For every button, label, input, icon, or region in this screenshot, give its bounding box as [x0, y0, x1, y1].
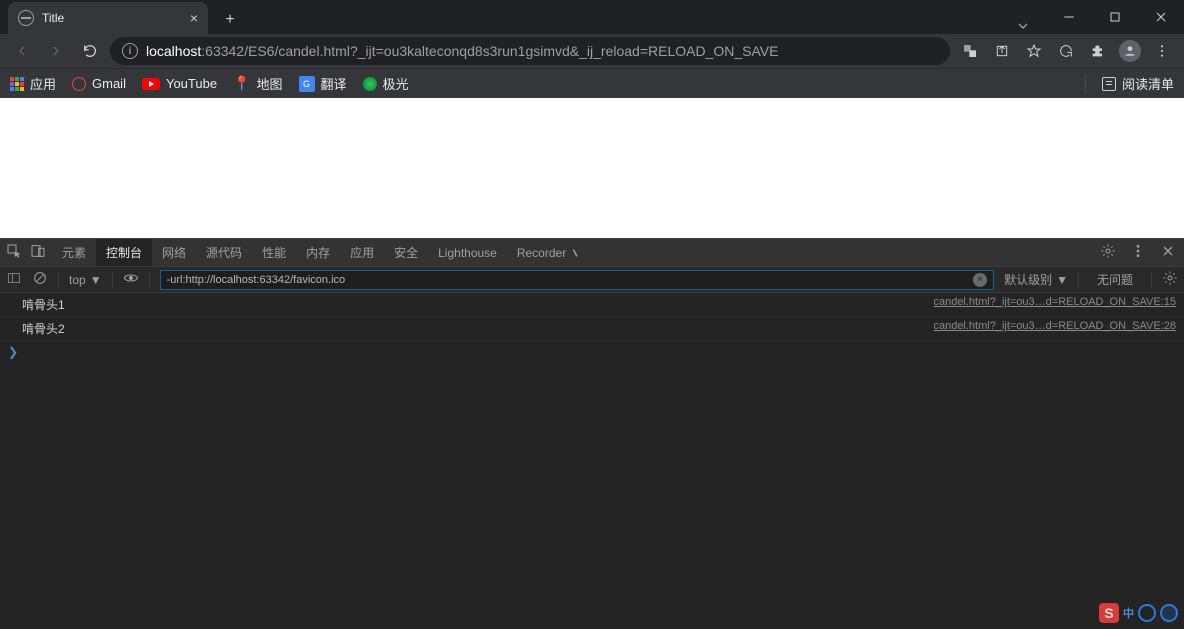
- prompt-chevron-icon: ❯: [8, 345, 18, 359]
- bookmark-apps[interactable]: 应用: [10, 74, 56, 93]
- console-body[interactable]: 啃骨头1 candel.html?_ijt=ou3…d=RELOAD_ON_SA…: [0, 293, 1184, 629]
- tab-elements[interactable]: 元素: [52, 239, 96, 266]
- log-source-link[interactable]: candel.html?_ijt=ou3…d=RELOAD_ON_SAVE:28: [933, 320, 1176, 337]
- translate-bm-icon: G: [299, 76, 315, 92]
- tab-search-icon[interactable]: [1000, 18, 1046, 34]
- log-source-link[interactable]: candel.html?_ijt=ou3…d=RELOAD_ON_SAVE:15: [933, 296, 1176, 313]
- url-host: localhost: [146, 43, 201, 59]
- browser-menu-icon[interactable]: [1148, 37, 1176, 65]
- log-level-label: 默认级别: [1004, 271, 1052, 288]
- device-toggle-icon[interactable]: [30, 243, 46, 262]
- tab-security[interactable]: 安全: [384, 239, 428, 266]
- tab-title: Title: [42, 11, 182, 25]
- bookmark-youtube-label: YouTube: [166, 76, 217, 91]
- clear-console-icon[interactable]: [32, 270, 48, 289]
- bookmark-star-icon[interactable]: [1020, 37, 1048, 65]
- log-row: 啃骨头1 candel.html?_ijt=ou3…d=RELOAD_ON_SA…: [0, 293, 1184, 317]
- share-icon[interactable]: [988, 37, 1016, 65]
- address-bar[interactable]: i localhost:63342/ES6/candel.html?_ijt=o…: [110, 37, 950, 65]
- bookmark-gmail[interactable]: Gmail: [72, 76, 126, 91]
- site-info-icon[interactable]: i: [122, 43, 138, 59]
- issues-button[interactable]: 无问题: [1089, 271, 1141, 288]
- devtools-tabs: 元素 控制台 网络 源代码 性能 内存 应用 安全 Lighthouse Rec…: [0, 239, 1184, 266]
- bookmark-translate-label: 翻译: [321, 74, 347, 93]
- devtools: 元素 控制台 网络 源代码 性能 内存 应用 安全 Lighthouse Rec…: [0, 238, 1184, 629]
- tab-network[interactable]: 网络: [152, 239, 196, 266]
- tab-recorder[interactable]: Recorder: [507, 239, 591, 266]
- bookmark-polar[interactable]: 极光: [363, 74, 409, 93]
- bookmark-maps[interactable]: 📍 地图: [233, 74, 282, 93]
- bookmark-translate[interactable]: G 翻译: [299, 74, 347, 93]
- watermark-icon: [1138, 604, 1156, 622]
- bookmark-polar-label: 极光: [383, 74, 409, 93]
- navbar: i localhost:63342/ES6/candel.html?_ijt=o…: [0, 34, 1184, 68]
- url-path: :63342/ES6/candel.html?_ijt=ou3kalteconq…: [201, 43, 778, 59]
- console-settings-icon[interactable]: [1162, 270, 1178, 289]
- maps-icon: 📍: [233, 75, 250, 92]
- console-prompt[interactable]: ❯: [0, 341, 1184, 363]
- issues-label: 无问题: [1097, 273, 1133, 287]
- url-text: localhost:63342/ES6/candel.html?_ijt=ou3…: [146, 43, 778, 59]
- reading-list-icon: [1102, 77, 1116, 91]
- browser-tab[interactable]: Title ×: [8, 2, 208, 34]
- ime-label: 中: [1123, 605, 1134, 621]
- minimize-button[interactable]: [1046, 0, 1092, 34]
- back-button[interactable]: [8, 37, 36, 65]
- maximize-button[interactable]: [1092, 0, 1138, 34]
- tab-performance[interactable]: 性能: [252, 239, 296, 266]
- reading-list-label: 阅读清单: [1122, 74, 1174, 93]
- close-window-button[interactable]: [1138, 0, 1184, 34]
- bookmark-gmail-label: Gmail: [92, 76, 126, 91]
- tab-sync-icon[interactable]: [1052, 37, 1080, 65]
- profile-avatar[interactable]: [1116, 37, 1144, 65]
- ime-icon: S: [1099, 603, 1119, 623]
- gmail-icon: [72, 77, 86, 91]
- console-toolbar: top ▼ -url:http://localhost:63342/favico…: [0, 266, 1184, 293]
- forward-button[interactable]: [42, 37, 70, 65]
- toggle-sidebar-icon[interactable]: [6, 270, 22, 289]
- polar-icon: [363, 77, 377, 91]
- bookmark-apps-label: 应用: [30, 74, 56, 93]
- reload-button[interactable]: [76, 37, 104, 65]
- bookmark-youtube[interactable]: YouTube: [142, 76, 217, 91]
- console-filter-value: -url:http://localhost:63342/favicon.ico: [167, 274, 346, 286]
- apps-icon: [10, 77, 24, 91]
- translate-icon[interactable]: [956, 37, 984, 65]
- new-tab-button[interactable]: +: [216, 6, 244, 34]
- titlebar: Title × +: [0, 0, 1184, 34]
- bookmark-bar: 应用 Gmail YouTube 📍 地图 G 翻译 极光 阅读清单: [0, 68, 1184, 98]
- live-expression-icon[interactable]: [123, 270, 139, 289]
- devtools-close-icon[interactable]: [1160, 243, 1176, 262]
- tab-lighthouse[interactable]: Lighthouse: [428, 239, 507, 266]
- extensions-icon[interactable]: [1084, 37, 1112, 65]
- bookmark-maps-label: 地图: [257, 74, 283, 93]
- tab-memory[interactable]: 内存: [296, 239, 340, 266]
- tab-application[interactable]: 应用: [340, 239, 384, 266]
- reading-list-button[interactable]: 阅读清单: [1102, 74, 1174, 93]
- chevron-down-icon: ▼: [1056, 273, 1068, 287]
- context-label: top: [69, 273, 86, 287]
- log-level-selector[interactable]: 默认级别 ▼: [1004, 271, 1068, 288]
- close-tab-icon[interactable]: ×: [190, 10, 198, 26]
- console-filter-input[interactable]: -url:http://localhost:63342/favicon.ico …: [160, 270, 995, 290]
- globe-icon: [18, 10, 34, 26]
- log-row: 啃骨头2 candel.html?_ijt=ou3…d=RELOAD_ON_SA…: [0, 317, 1184, 341]
- devtools-settings-icon[interactable]: [1100, 243, 1116, 262]
- chevron-down-icon: ▼: [90, 273, 102, 287]
- watermark-icon: [1160, 604, 1178, 622]
- log-message: 啃骨头1: [22, 296, 933, 313]
- devtools-more-icon[interactable]: [1130, 243, 1146, 262]
- youtube-icon: [142, 78, 160, 90]
- clear-filter-icon[interactable]: ×: [973, 273, 987, 287]
- tab-console[interactable]: 控制台: [96, 239, 152, 266]
- page-viewport: [0, 98, 1184, 238]
- context-selector[interactable]: top ▼: [69, 273, 102, 287]
- log-message: 啃骨头2: [22, 320, 933, 337]
- window-controls: [1046, 0, 1184, 34]
- watermark: S 中: [1099, 603, 1178, 623]
- inspect-element-icon[interactable]: [6, 243, 22, 262]
- tab-sources[interactable]: 源代码: [196, 239, 252, 266]
